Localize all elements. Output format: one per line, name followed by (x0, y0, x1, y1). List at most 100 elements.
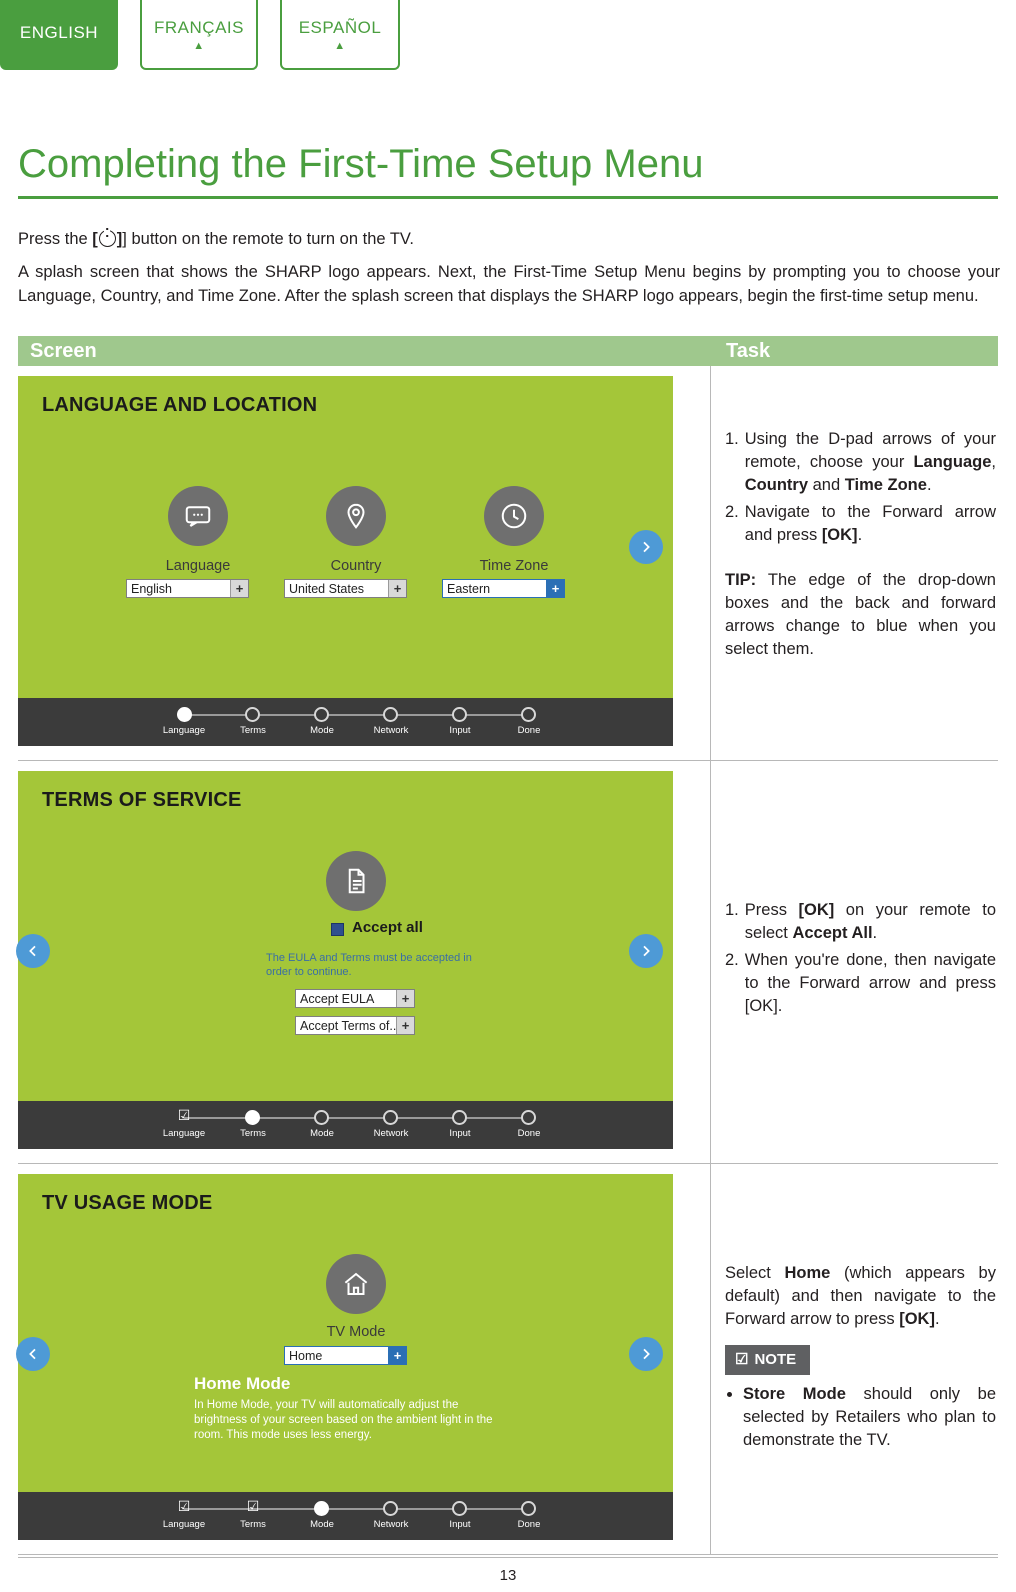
progress-step-label: Network (373, 725, 409, 736)
progress-step-dot[interactable] (383, 1110, 398, 1125)
tv-screen-title: TV USAGE MODE (42, 1192, 213, 1214)
task-text-part: . (857, 526, 863, 544)
plus-icon[interactable]: + (546, 580, 564, 597)
dropdown-country-value: United States (289, 581, 365, 596)
tab-english-label: ENGLISH (19, 22, 99, 42)
task-text-part: . (934, 1310, 940, 1328)
tab-espanol-arrow: ▲ (334, 39, 346, 52)
back-arrow-button[interactable] (16, 1337, 50, 1371)
plus-icon[interactable]: + (388, 1347, 406, 1364)
progress-step-label: Language (162, 1128, 206, 1139)
task-item-text: Press [OK] on your remote to select Acce… (745, 899, 996, 945)
progress-step-dot[interactable] (245, 707, 260, 722)
tab-francais-label: FRANÇAIS (154, 17, 244, 37)
task-text-part: , (991, 453, 996, 471)
progress-step-dot[interactable] (383, 707, 398, 722)
dropdown-accept-terms[interactable]: Accept Terms of... + (295, 1016, 415, 1035)
progress-step-dot[interactable] (452, 707, 467, 722)
tab-english[interactable]: ENGLISH (0, 0, 118, 70)
note-bullet-list: Store Mode should only be selected by Re… (725, 1383, 996, 1452)
plus-icon[interactable]: + (396, 990, 414, 1007)
table-row: TV USAGE MODE TV Mode Home + Home Mode I… (16, 1164, 998, 1555)
dropdown-tv-mode-value: Home (289, 1348, 323, 1363)
progress-step-dot[interactable] (177, 707, 192, 722)
progress-step-dot[interactable] (452, 1501, 467, 1516)
accept-all-checkbox[interactable] (331, 923, 344, 936)
note-label: NOTE (754, 1351, 797, 1368)
forward-arrow-button[interactable] (629, 934, 663, 968)
dropdown-timezone[interactable]: Eastern + (442, 579, 565, 598)
task-text-part: Press (744, 901, 799, 919)
task-text-bold: Accept All (792, 924, 873, 942)
progress-step-label: Input (449, 1519, 471, 1530)
progress-step-dot[interactable] (314, 707, 329, 722)
dropdown-country[interactable]: United States + (284, 579, 407, 598)
tab-francais-arrow: ▲ (193, 39, 205, 52)
task-text-bold: [OK] (798, 901, 835, 919)
task-cell-tv-usage-mode: Select Home (which appears by default) a… (710, 1164, 998, 1554)
task-item-number: 1. (725, 901, 739, 919)
progress-step-dot[interactable] (521, 707, 536, 722)
plus-icon[interactable]: + (396, 1017, 414, 1034)
progress-step-label: Network (373, 1128, 409, 1139)
progress-step-dot[interactable] (314, 1501, 329, 1516)
progress-step-label: Mode (310, 1128, 334, 1139)
language-tab-bar[interactable]: ENGLISH FRANÇAIS ▲ ESPAÑOL ▲ (0, 0, 400, 70)
dropdown-timezone-value: Eastern (447, 581, 491, 596)
task-text-bold: [OK] (899, 1310, 935, 1328)
task-paragraph: Select Home (which appears by default) a… (725, 1262, 996, 1331)
clock-icon (484, 486, 544, 546)
task-item-number: 2. (725, 951, 739, 969)
task-item: 1. Press [OK] on your remote to select A… (725, 899, 996, 945)
progress-step-dot[interactable] (383, 1501, 398, 1516)
plus-icon[interactable]: + (230, 580, 248, 597)
task-cell-terms-of-service: 1. Press [OK] on your remote to select A… (710, 761, 998, 1163)
task-cell-language-location: 1. Using the D-pad arrows of your remote… (710, 366, 998, 760)
forward-arrow-button[interactable] (629, 1337, 663, 1371)
task-text-bold: Language (913, 453, 992, 471)
progress-step-dot[interactable] (452, 1110, 467, 1125)
table-header-task: Task (710, 336, 998, 366)
progress-step-label: Done (517, 725, 541, 736)
tab-espanol[interactable]: ESPAÑOL ▲ (280, 0, 400, 70)
tab-espanol-label: ESPAÑOL (298, 17, 382, 37)
task-text-bold: Time Zone (844, 476, 927, 494)
task-item-text: Using the D-pad arrows of your remote, c… (745, 428, 996, 497)
dropdown-accept-terms-value: Accept Terms of... (300, 1018, 400, 1033)
task-text-part: and (808, 476, 845, 494)
screen-cell-language-location: LANGUAGE AND LOCATION Language Country T… (18, 366, 710, 760)
terms-note-text: The EULA and Terms must be accepted in o… (266, 952, 472, 978)
progress-step-dot[interactable] (245, 1110, 260, 1125)
progress-step-dot[interactable] (314, 1110, 329, 1125)
intro-bracket-open: [ (92, 230, 98, 248)
progress-line (184, 1508, 532, 1510)
screen-cell-terms-of-service: TERMS OF SERVICE Accept all The EULA and… (16, 761, 710, 1163)
field-label-language: Language (165, 558, 231, 574)
home-mode-heading: Home Mode (194, 1374, 291, 1393)
dropdown-language-value: English (131, 581, 172, 596)
tab-francais[interactable]: FRANÇAIS ▲ (140, 0, 258, 70)
progress-line (184, 714, 532, 716)
footer-divider (18, 1557, 998, 1558)
back-arrow-button[interactable] (16, 934, 50, 968)
progress-step-label: Terms (240, 725, 266, 736)
forward-arrow-button[interactable] (629, 530, 663, 564)
progress-step-label: Language (162, 725, 206, 736)
dropdown-tv-mode[interactable]: Home + (284, 1346, 407, 1365)
field-label-country: Country (330, 558, 382, 574)
progress-step-label: Network (373, 1519, 409, 1530)
progress-step-dot[interactable] (521, 1501, 536, 1516)
plus-icon[interactable]: + (388, 580, 406, 597)
document-icon (326, 851, 386, 911)
tip-block: TIP: The edge of the drop-down boxes and… (725, 569, 996, 661)
table-header-screen: Screen (18, 336, 710, 366)
dropdown-accept-eula[interactable]: Accept EULA + (295, 989, 415, 1008)
task-item: 1. Using the D-pad arrows of your remote… (725, 428, 996, 497)
field-label-timezone: Time Zone (479, 558, 549, 574)
screen-cell-tv-usage-mode: TV USAGE MODE TV Mode Home + Home Mode I… (16, 1164, 710, 1554)
dropdown-language[interactable]: English + (126, 579, 249, 598)
tv-screen-terms-of-service: TERMS OF SERVICE Accept all The EULA and… (16, 771, 673, 1149)
setup-progress-bar: ☑ Language Terms Mode Network Input Done (18, 1101, 673, 1149)
progress-step-dot[interactable] (521, 1110, 536, 1125)
task-text-bold: [OK] (821, 526, 858, 544)
